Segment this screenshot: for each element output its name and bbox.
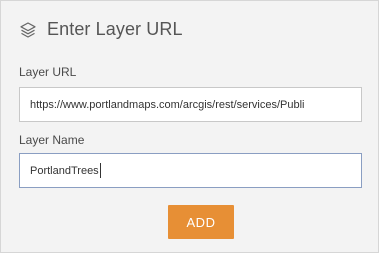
text-caret [99, 163, 101, 178]
panel-title: Enter Layer URL [47, 19, 183, 39]
layer-url-input[interactable]: https://www.portlandmaps.com/arcgis/rest… [19, 87, 362, 122]
layer-name-label: Layer Name [19, 133, 85, 147]
layer-url-label: Layer URL [19, 65, 77, 79]
add-button[interactable]: ADD [168, 205, 234, 239]
layer-name-input[interactable]: PortlandTrees [19, 153, 362, 188]
enter-layer-url-panel: Enter Layer URL Layer URL https://www.po… [0, 0, 379, 253]
layer-url-value: https://www.portlandmaps.com/arcgis/rest… [30, 98, 305, 111]
layer-name-value: PortlandTrees [30, 164, 99, 177]
panel-header: Enter Layer URL [19, 19, 183, 40]
layers-icon [19, 21, 37, 39]
